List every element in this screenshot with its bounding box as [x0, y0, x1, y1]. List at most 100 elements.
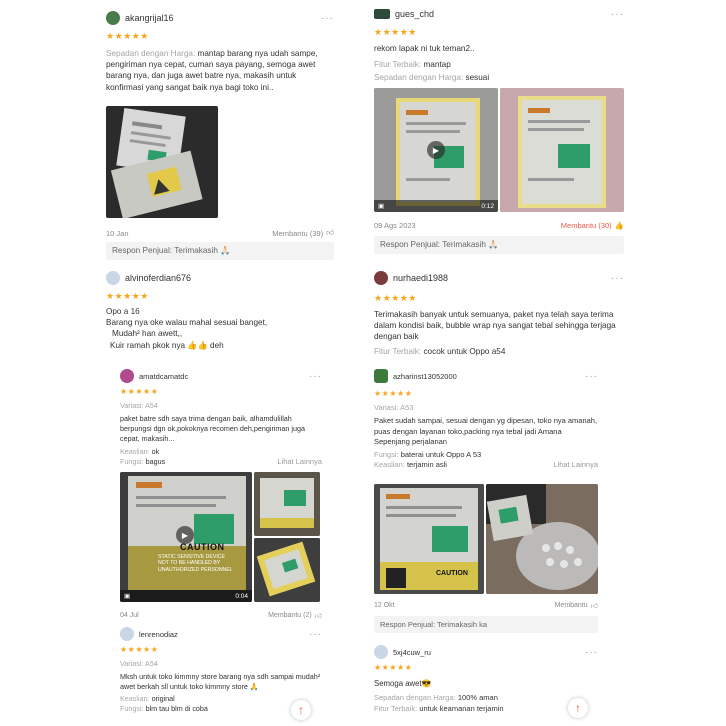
- arrow-up-icon[interactable]: ↑: [568, 698, 588, 718]
- more-dots-icon[interactable]: ···: [611, 273, 624, 284]
- thumb-up-icon: 👍: [614, 220, 624, 230]
- helpful-button[interactable]: Membantu 👍︎: [555, 601, 598, 610]
- field-value: ok: [151, 447, 160, 457]
- field-label: Fitur Terbaik:: [374, 60, 422, 70]
- review-card: amatdcamatdc ··· ★★★★★ Variasi: A54 pake…: [110, 366, 332, 628]
- field-value: blm tau blm di coba: [145, 704, 208, 714]
- reviewer-name[interactable]: akangrijal16: [125, 13, 174, 23]
- caution-line: UNAUTHORIZED PERSONNEL: [158, 566, 233, 573]
- arrow-up-icon[interactable]: ↑: [291, 700, 311, 720]
- review-field: Keaslian: terjamin asli Lihat Lainnya: [366, 460, 606, 471]
- review-field: Fungsi: bagus Lihat Lainnya: [110, 457, 332, 467]
- review-field: Fungsi: baterai untuk Oppo A 53: [366, 450, 606, 461]
- see-more-link[interactable]: Lihat Lainnya: [553, 460, 598, 471]
- variant-label: Variasi: A54: [120, 659, 158, 668]
- caution-text: STATIC SENSITIVE DEVICE NOT TO BE HANDLE…: [158, 554, 233, 573]
- helpful-label: Membantu: [554, 601, 588, 609]
- reviewer-name[interactable]: amatdcamatdc: [139, 372, 188, 381]
- review-video[interactable]: CAUTION STATIC SENSITIVE DEVICE NOT TO B…: [120, 472, 252, 602]
- reviewer-name[interactable]: azharinst13052000: [393, 372, 457, 381]
- field-value: sesuai: [465, 73, 490, 83]
- review-field: Sepadan dengan Harga: mantap barang nya …: [96, 48, 344, 93]
- play-icon[interactable]: ▶: [176, 526, 194, 544]
- caution-label: CAUTION: [436, 570, 468, 577]
- review-photo[interactable]: [500, 88, 624, 212]
- field-label: Keaslian:: [120, 447, 150, 457]
- review-date: 09 Ags 2023: [374, 220, 416, 230]
- battery-photo-graphic: [374, 484, 484, 594]
- field-label: Keaslian:: [374, 460, 405, 470]
- field-value: mantap: [423, 60, 451, 70]
- avatar[interactable]: [106, 271, 120, 285]
- helpful-button[interactable]: Membantu (30) 👍: [561, 221, 624, 230]
- review-photo[interactable]: [486, 484, 598, 594]
- reviewer-name[interactable]: lenrenodiaz: [139, 630, 178, 639]
- review-field: Sepadan dengan Harga: sesuai: [366, 72, 632, 83]
- review-line: Opo a 16: [106, 307, 140, 316]
- review-photo[interactable]: [106, 106, 218, 218]
- review-photo[interactable]: [254, 538, 320, 602]
- field-label: Fitur Terbaik:: [374, 703, 418, 713]
- review-photo[interactable]: [254, 472, 320, 536]
- review-card: gues_chd ··· ★★★★★ rekom lapak ni tuk te…: [366, 4, 632, 262]
- field-value: bagus: [145, 457, 166, 467]
- avatar[interactable]: [374, 271, 388, 285]
- more-dots-icon[interactable]: ···: [585, 647, 598, 658]
- review-date: 10 Jan: [106, 228, 129, 238]
- thumb-up-icon: 👍︎: [590, 602, 598, 610]
- review-text: paket batre sdh saya trima dengan baik, …: [120, 414, 306, 444]
- more-dots-icon[interactable]: ···: [585, 371, 598, 382]
- see-more-link[interactable]: Lihat Lainnya: [277, 457, 322, 467]
- avatar[interactable]: [374, 369, 388, 383]
- avatar[interactable]: [106, 11, 120, 25]
- review-line: Barang nya oke walau mahal sesuai banget…: [106, 318, 268, 328]
- review-text: Mksh untuk toko kimmny store barang nya …: [120, 672, 321, 692]
- reviewer-name[interactable]: gues_chd: [395, 9, 434, 19]
- more-dots-icon[interactable]: ···: [321, 13, 334, 24]
- seller-response: Respon Penjual: Terimakasih 🙏🏻: [106, 242, 334, 260]
- star-rating: ★★★★★: [106, 291, 149, 301]
- helpful-button[interactable]: Membantu (39) 👍︎: [272, 228, 334, 238]
- field-label: Sepadan dengan Harga:: [374, 73, 464, 83]
- review-card: lenrenodiaz ··· ★★★★★ Variasi: A54 Mksh …: [110, 624, 332, 724]
- review-card: alvinoferdian676 ★★★★★ Opo a 16 Barang n…: [96, 268, 344, 360]
- reviewer-name[interactable]: nurhaedi1988: [393, 273, 448, 283]
- video-duration: 0:04: [235, 592, 248, 600]
- helpful-label: Membantu (2): [268, 611, 312, 619]
- avatar[interactable]: [374, 645, 388, 659]
- battery-photo-graphic: [500, 88, 624, 212]
- avatar[interactable]: [120, 627, 134, 641]
- avatar[interactable]: [120, 369, 134, 383]
- reviewer-name[interactable]: alvinoferdian676: [125, 273, 191, 283]
- field-label: Fungsi:: [120, 704, 144, 714]
- review-photo[interactable]: CAUTION: [374, 484, 484, 594]
- helpful-button[interactable]: Membantu (2) 👍︎: [268, 611, 322, 620]
- review-text: Paket sudah sampai, sesuai dengan yg dip…: [374, 416, 598, 447]
- star-rating: ★★★★★: [120, 645, 159, 654]
- star-rating: ★★★★★: [374, 389, 413, 398]
- video-bar: ▣ 0:12: [374, 200, 498, 212]
- review-meta: 04 Jul Membantu (2) 👍︎: [120, 608, 322, 622]
- field-value: cocok untuk Oppo a54: [423, 346, 506, 356]
- more-dots-icon[interactable]: ···: [611, 9, 624, 20]
- review-video[interactable]: ▶ ▣ 0:12: [374, 88, 498, 212]
- reviewer-name[interactable]: 5xj4cuw_ru: [393, 648, 431, 657]
- field-value: original: [151, 694, 175, 704]
- review-date: 12 Okt: [374, 601, 395, 609]
- star-rating: ★★★★★: [120, 387, 159, 396]
- play-icon[interactable]: ▶: [427, 141, 445, 159]
- review-text: rekom lapak ni tuk teman2..: [374, 44, 475, 53]
- helpful-label: Membantu (39): [272, 228, 324, 238]
- review-meta: 12 Okt Membantu 👍︎: [374, 598, 598, 612]
- star-rating: ★★★★★: [374, 663, 413, 672]
- bubble-wrap-photo-graphic: [486, 484, 598, 594]
- more-dots-icon[interactable]: ···: [309, 371, 322, 382]
- review-line: Kuir ramah pkok nya 👍👍 deh: [110, 340, 224, 350]
- video-duration: 0:12: [481, 202, 494, 210]
- battery-photo-graphic: [254, 472, 320, 536]
- more-dots-icon[interactable]: ···: [309, 629, 322, 640]
- field-value: terjamin asli: [406, 460, 447, 470]
- avatar[interactable]: [374, 9, 390, 19]
- video-camera-icon: ▣: [124, 593, 131, 600]
- helpful-label: Membantu (30): [560, 220, 612, 230]
